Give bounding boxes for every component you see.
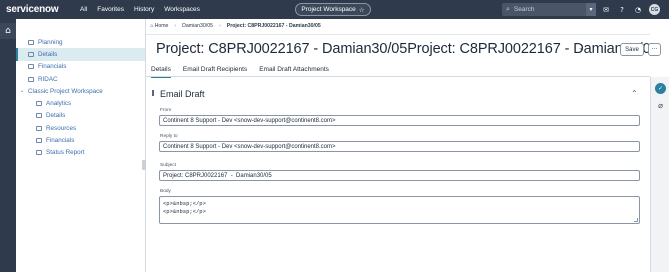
sidebar-item-classic-financials[interactable]: Financials xyxy=(16,134,145,146)
chevron-down-icon[interactable]: ⌄ xyxy=(20,88,24,94)
list-icon xyxy=(36,113,42,119)
sidebar-item-analytics[interactable]: Analytics xyxy=(16,97,145,109)
breadcrumb-separator-icon: › xyxy=(219,23,221,29)
list-icon xyxy=(36,125,42,131)
section-marker xyxy=(152,90,154,96)
section-title: Email Draft xyxy=(160,89,205,99)
help-icon[interactable]: ? xyxy=(617,3,627,16)
body-line: <p>&nbsp;</p> xyxy=(163,200,206,207)
nav-history[interactable]: History xyxy=(134,6,154,13)
list-icon xyxy=(28,64,34,70)
chevron-up-icon[interactable]: ⌃ xyxy=(631,89,638,98)
body-label: Body xyxy=(160,189,171,194)
sidebar-item-label: Status Report xyxy=(46,149,85,157)
more-actions-button[interactable]: ··· xyxy=(648,43,661,56)
reply-to-label: Reply to xyxy=(160,134,178,139)
nav-workspaces[interactable]: Workspaces xyxy=(164,6,200,13)
save-button[interactable]: Save xyxy=(620,43,644,56)
search-input[interactable]: Search xyxy=(514,6,535,13)
activity-icon[interactable]: ✓ xyxy=(655,83,666,94)
sidebar-item-details[interactable]: Details xyxy=(16,48,145,61)
sidebar-item-label: Resources xyxy=(46,124,77,132)
divider xyxy=(146,34,650,35)
star-icon[interactable]: ☆ xyxy=(359,6,365,14)
list-icon xyxy=(28,51,34,57)
sidebar-item-planning[interactable]: Planning xyxy=(16,36,145,48)
search-icon: ⌕ xyxy=(506,5,510,13)
sidebar-item-label: Financials xyxy=(38,63,67,71)
top-right-icons: ✉ ? ◔ CG xyxy=(601,3,660,16)
from-label: From xyxy=(160,108,172,113)
reply-to-field[interactable]: Continent 8 Support - Dev <snow-dev-supp… xyxy=(159,141,640,152)
sidebar-item-classic-details[interactable]: Details xyxy=(16,110,145,122)
notifications-icon[interactable]: ◔ xyxy=(633,3,643,16)
nav-all[interactable]: All xyxy=(80,6,87,13)
resize-handle-icon[interactable] xyxy=(634,218,638,222)
attachment-icon[interactable]: ⌀ xyxy=(655,100,666,111)
workspace-switcher-button[interactable]: Project Workspace ☆ xyxy=(295,3,371,16)
list-icon xyxy=(28,39,34,45)
servicenow-logo[interactable]: servicenow xyxy=(6,4,72,15)
list-icon xyxy=(36,150,42,156)
left-rail: ⌂ xyxy=(0,19,16,272)
body-line: <p>&nbsp;</p> xyxy=(163,208,206,215)
breadcrumb-home[interactable]: ⌂ Home xyxy=(150,23,168,29)
main-content: ⌂ Home › Damian30/05 › Project: C8PRJ002… xyxy=(146,19,661,272)
sidebar-item-resources[interactable]: Resources xyxy=(16,122,145,134)
body-textarea[interactable]: <p>&nbsp;</p> <p>&nbsp;</p> xyxy=(159,196,640,224)
sidebar-item-label: Details xyxy=(38,50,58,58)
subject-field[interactable]: Project: C8PRJ0022167 - Damian30/05 xyxy=(159,170,640,181)
breadcrumb-item[interactable]: Damian30/05 xyxy=(182,23,213,29)
tag-icon[interactable]: ⌁ xyxy=(579,45,583,53)
global-search[interactable]: ⌕ Search ▾ xyxy=(502,3,596,16)
list-icon xyxy=(36,138,42,144)
sidebar: Planning Details Financials RIDAC ⌄ Clas… xyxy=(16,19,146,272)
sidebar-group-classic-project-workspace[interactable]: ⌄ Classic Project Workspace xyxy=(16,85,145,97)
chat-icon[interactable]: ✉ xyxy=(601,3,611,16)
sidebar-item-label: Details xyxy=(46,112,66,120)
sidebar-item-label: Classic Project Workspace xyxy=(28,87,103,95)
sidebar-item-label: Financials xyxy=(46,137,75,145)
breadcrumb-current: Project: C8PRJ0022167 - Damian30/05 xyxy=(226,23,321,29)
subject-label: Subject xyxy=(160,163,176,168)
search-scope-chevron-icon[interactable]: ▾ xyxy=(586,3,596,16)
nav-favorites[interactable]: Favorites xyxy=(97,6,124,13)
list-icon xyxy=(36,101,42,107)
list-icon xyxy=(28,76,34,82)
breadcrumb: ⌂ Home › Damian30/05 › Project: C8PRJ002… xyxy=(150,23,321,29)
divider xyxy=(146,76,650,77)
sidebar-item-label: Planning xyxy=(38,38,63,46)
home-icon[interactable]: ⌂ xyxy=(0,23,16,39)
right-context-panel: ✓ ⌀ xyxy=(650,77,669,272)
sidebar-item-label: RIDAC xyxy=(38,75,58,83)
breadcrumb-separator-icon: › xyxy=(174,23,177,29)
top-nav-menu: All Favorites History Workspaces xyxy=(80,6,200,13)
sidebar-item-ridac[interactable]: RIDAC xyxy=(16,73,145,85)
workspace-label: Project Workspace xyxy=(301,6,356,13)
sidebar-item-financials[interactable]: Financials xyxy=(16,61,145,73)
sidebar-item-label: Analytics xyxy=(46,100,72,108)
sidebar-nav: Planning Details Financials RIDAC ⌄ Clas… xyxy=(16,36,145,159)
from-field[interactable]: Continent 8 Support - Dev <snow-dev-supp… xyxy=(159,115,640,126)
user-avatar[interactable]: CG xyxy=(649,4,660,15)
sidebar-item-status-report[interactable]: Status Report xyxy=(16,147,145,159)
